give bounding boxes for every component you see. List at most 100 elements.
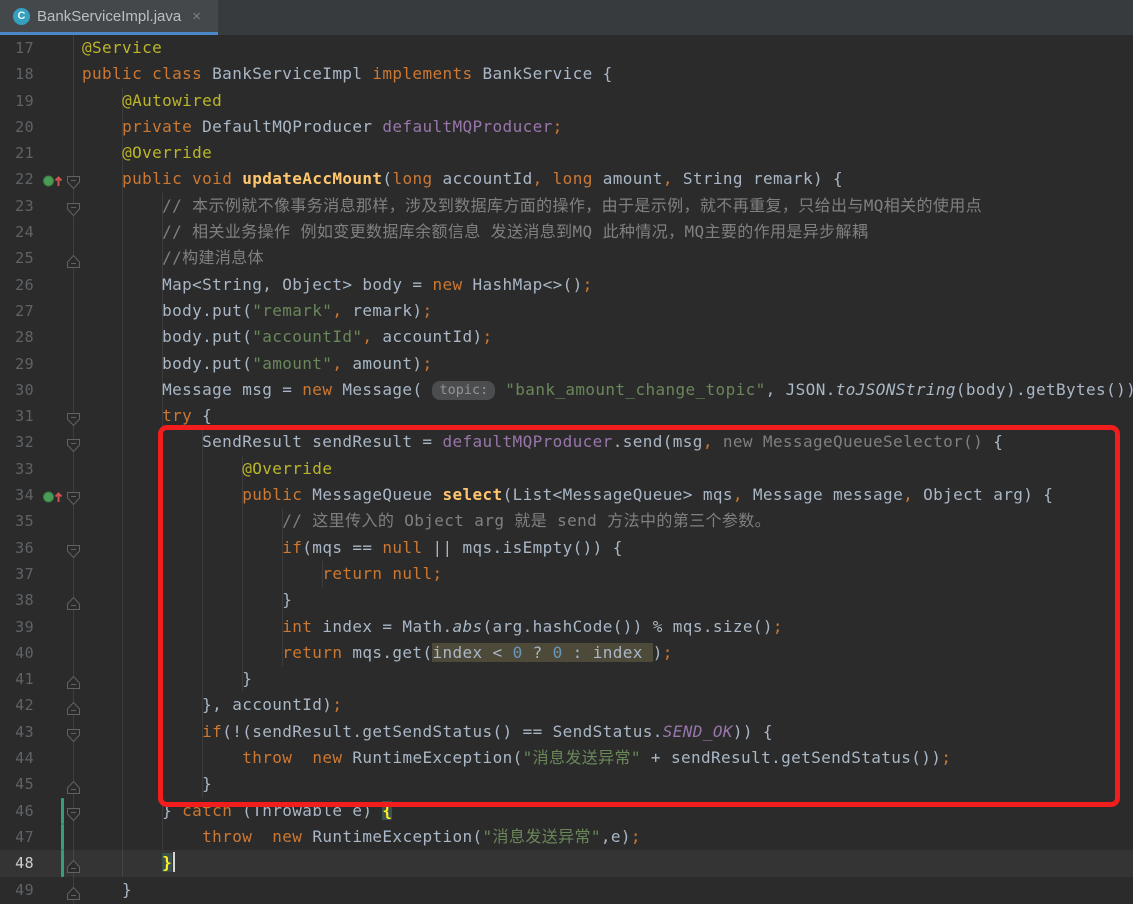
vcs-change-bar[interactable]: [61, 824, 64, 850]
gutter[interactable]: 35: [0, 508, 82, 534]
code-line[interactable]: 39 int index = Math.abs(arg.hashCode()) …: [0, 614, 1133, 640]
gutter[interactable]: 33: [0, 456, 82, 482]
code-line[interactable]: 35 // 这里传入的 Object arg 就是 send 方法中的第三个参数…: [0, 508, 1133, 534]
line-number[interactable]: 46: [0, 798, 34, 824]
line-number[interactable]: 38: [0, 587, 34, 613]
gutter[interactable]: 20: [0, 114, 82, 140]
tab-close-icon[interactable]: ×: [192, 8, 201, 25]
line-number[interactable]: 34: [0, 482, 34, 508]
line-number[interactable]: 22: [0, 166, 34, 192]
code-line[interactable]: 48 }: [0, 850, 1133, 876]
line-number[interactable]: 25: [0, 245, 34, 271]
code-line[interactable]: 47 throw new RuntimeException("消息发送异常",e…: [0, 824, 1133, 850]
gutter[interactable]: 22: [0, 166, 82, 192]
line-number[interactable]: 41: [0, 666, 34, 692]
gutter[interactable]: 25: [0, 245, 82, 271]
gutter[interactable]: 21: [0, 140, 82, 166]
code-line[interactable]: 29 body.put("amount", amount);: [0, 351, 1133, 377]
line-number[interactable]: 44: [0, 745, 34, 771]
gutter[interactable]: 28: [0, 324, 82, 350]
line-number[interactable]: 21: [0, 140, 34, 166]
line-number[interactable]: 31: [0, 403, 34, 429]
code-line[interactable]: 33 @Override: [0, 456, 1133, 482]
gutter[interactable]: 38: [0, 587, 82, 613]
gutter[interactable]: 37: [0, 561, 82, 587]
line-number[interactable]: 29: [0, 351, 34, 377]
code-line[interactable]: 22 public void updateAccMount(long accou…: [0, 166, 1133, 192]
code-line[interactable]: 45 }: [0, 771, 1133, 797]
code-line[interactable]: 41 }: [0, 666, 1133, 692]
gutter[interactable]: 32: [0, 429, 82, 455]
gutter[interactable]: 17: [0, 35, 82, 61]
line-number[interactable]: 24: [0, 219, 34, 245]
vcs-change-bar[interactable]: [61, 798, 64, 824]
gutter[interactable]: 43: [0, 719, 82, 745]
code-line[interactable]: 24 // 相关业务操作 例如变更数据库余额信息 发送消息到MQ 此种情况，MQ…: [0, 219, 1133, 245]
line-number[interactable]: 45: [0, 771, 34, 797]
gutter[interactable]: 42: [0, 692, 82, 718]
gutter[interactable]: 41: [0, 666, 82, 692]
code-line[interactable]: 36 if(mqs == null || mqs.isEmpty()) {: [0, 535, 1133, 561]
tab-bankserviceimpl[interactable]: C BankServiceImpl.java ×: [0, 0, 218, 32]
gutter[interactable]: 49: [0, 877, 82, 903]
gutter[interactable]: 26: [0, 272, 82, 298]
line-number[interactable]: 42: [0, 692, 34, 718]
gutter[interactable]: 19: [0, 88, 82, 114]
code-line[interactable]: 43 if(!(sendResult.getSendStatus() == Se…: [0, 719, 1133, 745]
gutter[interactable]: 45: [0, 771, 82, 797]
code-line[interactable]: 49 }: [0, 877, 1133, 903]
code-line[interactable]: 28 body.put("accountId", accountId);: [0, 324, 1133, 350]
code-line[interactable]: 20 private DefaultMQProducer defaultMQPr…: [0, 114, 1133, 140]
gutter[interactable]: 27: [0, 298, 82, 324]
line-number[interactable]: 39: [0, 614, 34, 640]
line-number[interactable]: 18: [0, 61, 34, 87]
line-number[interactable]: 32: [0, 429, 34, 455]
gutter[interactable]: 18: [0, 61, 82, 87]
code-line[interactable]: 44 throw new RuntimeException("消息发送异常" +…: [0, 745, 1133, 771]
line-number[interactable]: 40: [0, 640, 34, 666]
line-number[interactable]: 26: [0, 272, 34, 298]
code-line[interactable]: 18public class BankServiceImpl implement…: [0, 61, 1133, 87]
code-line[interactable]: 21 @Override: [0, 140, 1133, 166]
line-number[interactable]: 33: [0, 456, 34, 482]
gutter[interactable]: 47: [0, 824, 82, 850]
code-line[interactable]: 32 SendResult sendResult = defaultMQProd…: [0, 429, 1133, 455]
code-line[interactable]: 19 @Autowired: [0, 88, 1133, 114]
gutter[interactable]: 36: [0, 535, 82, 561]
code-line[interactable]: 26 Map<String, Object> body = new HashMa…: [0, 272, 1133, 298]
code-line[interactable]: 30 Message msg = new Message( topic: "ba…: [0, 377, 1133, 403]
gutter[interactable]: 40: [0, 640, 82, 666]
line-number[interactable]: 28: [0, 324, 34, 350]
gutter[interactable]: 29: [0, 351, 82, 377]
line-number[interactable]: 48: [0, 850, 34, 876]
line-number[interactable]: 19: [0, 88, 34, 114]
line-number[interactable]: 43: [0, 719, 34, 745]
line-number[interactable]: 20: [0, 114, 34, 140]
gutter[interactable]: 44: [0, 745, 82, 771]
fold-up-icon[interactable]: [66, 883, 81, 904]
code-line[interactable]: 23 // 本示例就不像事务消息那样，涉及到数据库方面的操作，由于是示例，就不再…: [0, 193, 1133, 219]
code-line[interactable]: 42 }, accountId);: [0, 692, 1133, 718]
code-line[interactable]: 37 return null;: [0, 561, 1133, 587]
gutter[interactable]: 23: [0, 193, 82, 219]
gutter[interactable]: 24: [0, 219, 82, 245]
gutter[interactable]: 39: [0, 614, 82, 640]
line-number[interactable]: 30: [0, 377, 34, 403]
line-number[interactable]: 47: [0, 824, 34, 850]
code-line[interactable]: 40 return mqs.get(index < 0 ? 0 : index …: [0, 640, 1133, 666]
gutter[interactable]: 48: [0, 850, 82, 876]
line-number[interactable]: 23: [0, 193, 34, 219]
code-line[interactable]: 38 }: [0, 587, 1133, 613]
gutter[interactable]: 46: [0, 798, 82, 824]
line-number[interactable]: 17: [0, 35, 34, 61]
line-number[interactable]: 35: [0, 508, 34, 534]
code-line[interactable]: 17@Service: [0, 35, 1133, 61]
line-number[interactable]: 36: [0, 535, 34, 561]
code-editor[interactable]: 17@Service18public class BankServiceImpl…: [0, 35, 1133, 904]
code-line[interactable]: 34 public MessageQueue select(List<Messa…: [0, 482, 1133, 508]
code-line[interactable]: 25 //构建消息体: [0, 245, 1133, 271]
gutter[interactable]: 34: [0, 482, 82, 508]
code-line[interactable]: 46 } catch (Throwable e) {: [0, 798, 1133, 824]
gutter[interactable]: 30: [0, 377, 82, 403]
line-number[interactable]: 27: [0, 298, 34, 324]
